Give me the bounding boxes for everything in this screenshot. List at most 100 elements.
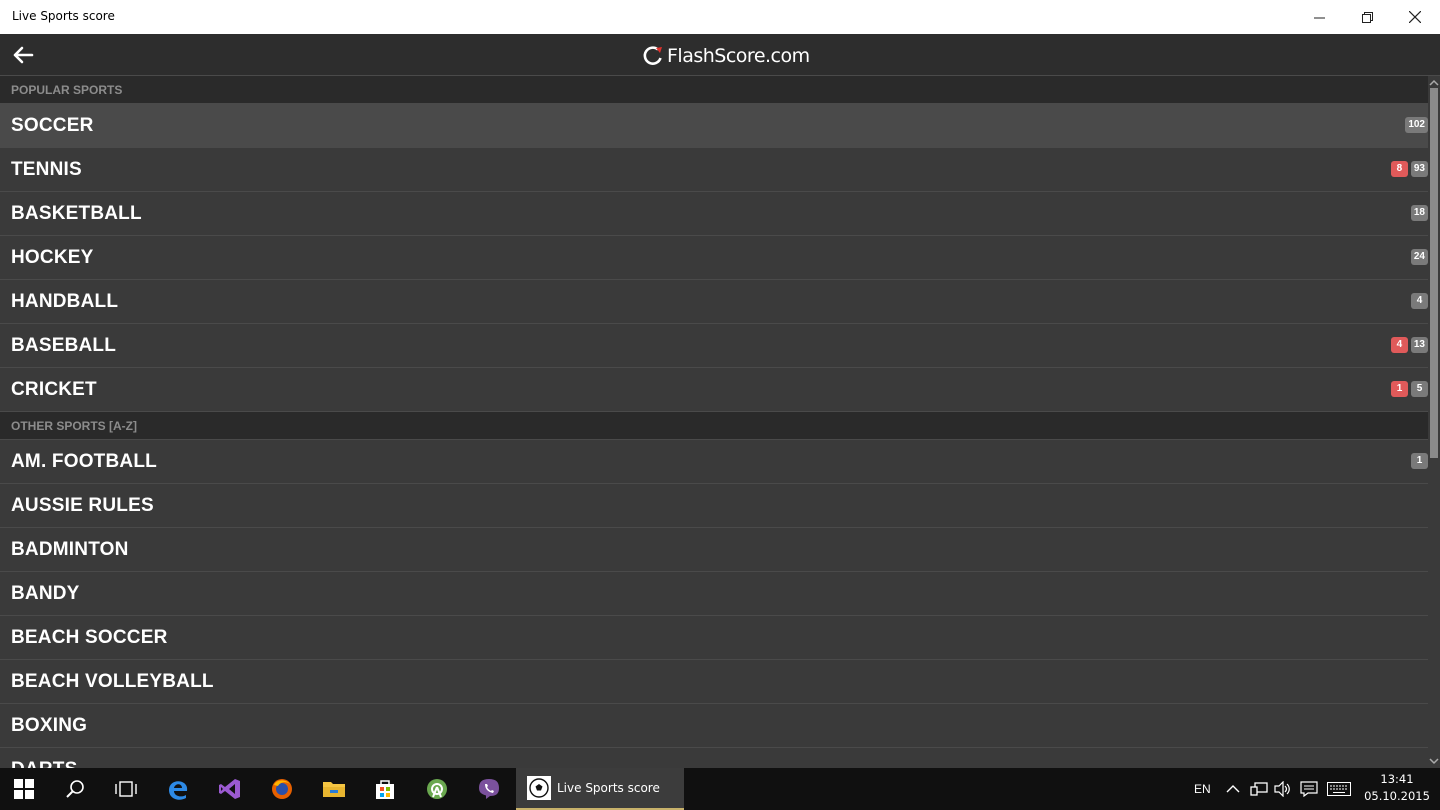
store-icon [376, 780, 394, 799]
sport-row-boxing[interactable]: BOXING [0, 704, 1428, 748]
sport-name: BEACH VOLLEYBALL [11, 671, 214, 692]
restore-icon [1361, 11, 1373, 23]
search-button[interactable] [51, 768, 99, 810]
notification-icon [1300, 781, 1318, 797]
taskbar-file-explorer[interactable] [310, 768, 358, 810]
sport-name: BASEBALL [11, 335, 117, 356]
taskbar-live-sports-score[interactable]: Live Sports score [516, 768, 684, 810]
android-studio-icon [427, 779, 447, 799]
visual-studio-icon [219, 779, 240, 799]
keyboard-icon [1327, 782, 1351, 796]
match-count-badges: 24 [1410, 249, 1428, 265]
back-button[interactable] [8, 42, 38, 68]
sport-row-tennis[interactable]: TENNIS 8 93 [0, 148, 1428, 192]
viber-icon [479, 779, 499, 799]
volume-button[interactable] [1272, 768, 1294, 810]
live-count-badge: 8 [1390, 161, 1408, 177]
restore-button[interactable] [1344, 0, 1390, 34]
sport-name: HOCKEY [11, 247, 94, 268]
taskbar-viber[interactable] [465, 768, 513, 810]
sport-row-beach-soccer[interactable]: BEACH SOCCER [0, 616, 1428, 660]
sport-name: AUSSIE RULES [11, 495, 154, 516]
match-count-badges: 4 [1411, 293, 1428, 309]
sport-name: CRICKET [11, 379, 97, 400]
flashscore-logo: FlashScore.com [642, 44, 810, 68]
sport-name: DARTS [11, 759, 77, 768]
firefox-icon [272, 779, 292, 799]
logo-text: FlashScore.com [667, 45, 810, 67]
sport-row-am-football[interactable]: AM. FOOTBALL 1 [0, 440, 1428, 484]
taskbar-android-studio[interactable] [413, 768, 461, 810]
touch-keyboard-button[interactable] [1324, 768, 1354, 810]
total-count-badge: 1 [1411, 453, 1428, 469]
sport-row-baseball[interactable]: BASEBALL 4 13 [0, 324, 1428, 368]
sport-name: AM. FOOTBALL [11, 451, 157, 472]
app-header: FlashScore.com [0, 34, 1440, 76]
clock[interactable]: 13:41 05.10.2015 [1362, 771, 1432, 805]
taskbar-visual-studio[interactable] [206, 768, 254, 810]
sport-row-handball[interactable]: HANDBALL 4 [0, 280, 1428, 324]
task-view-button[interactable] [102, 768, 150, 810]
section-header: OTHER SPORTS [A-Z] [0, 412, 1428, 440]
match-count-badges: 4 13 [1390, 337, 1428, 353]
window-titlebar: Live Sports score [0, 0, 1440, 34]
scroll-up-icon[interactable] [1428, 78, 1440, 88]
sport-name: BASKETBALL [11, 203, 142, 224]
folder-icon [323, 782, 345, 797]
sports-list: POPULAR SPORTS SOCCER 102 TENNIS 8 93 BASKETBA… [0, 76, 1428, 768]
chevron-up-icon [1226, 785, 1240, 793]
match-count-badges: 102 [1405, 117, 1428, 133]
scroll-down-icon[interactable] [1428, 756, 1440, 766]
window-title: Live Sports score [12, 9, 115, 23]
close-button[interactable] [1392, 0, 1438, 34]
soccer-ball-icon [527, 776, 551, 800]
total-count-badge: 5 [1411, 381, 1428, 397]
sport-name: TENNIS [11, 159, 82, 180]
sport-row-basketball[interactable]: BASKETBALL 18 [0, 192, 1428, 236]
sport-row-beach-volleyball[interactable]: BEACH VOLLEYBALL [0, 660, 1428, 704]
close-icon [1409, 11, 1421, 23]
match-count-badges: 15 [1391, 381, 1428, 397]
total-count-badge: 13 [1410, 337, 1428, 353]
match-count-badges: 1 [1411, 453, 1428, 469]
total-count-badge: 18 [1410, 205, 1428, 221]
scrollbar-thumb[interactable] [1430, 88, 1438, 458]
sport-name: HANDBALL [11, 291, 119, 312]
scrollbar[interactable] [1428, 76, 1440, 768]
language-label: EN [1194, 782, 1211, 796]
live-count-badge: 1 [1391, 381, 1408, 397]
flashscore-logo-icon [643, 46, 662, 65]
network-button[interactable] [1248, 768, 1270, 810]
total-count-badge: 24 [1410, 249, 1428, 265]
sport-row-aussie-rules[interactable]: AUSSIE RULES [0, 484, 1428, 528]
sport-name: BADMINTON [11, 539, 129, 560]
match-count-badges: 18 [1410, 205, 1428, 221]
search-icon [66, 780, 84, 798]
taskbar-store[interactable] [361, 768, 409, 810]
minimize-button[interactable] [1296, 0, 1342, 34]
sport-row-bandy[interactable]: BANDY [0, 572, 1428, 616]
total-count-badge: 4 [1411, 293, 1428, 309]
match-count-badges: 8 93 [1390, 161, 1428, 177]
taskbar-firefox[interactable] [258, 768, 306, 810]
clock-date: 05.10.2015 [1364, 789, 1430, 803]
live-count-badge: 4 [1390, 337, 1408, 353]
sport-row-hockey[interactable]: HOCKEY 24 [0, 236, 1428, 280]
action-center-button[interactable] [1297, 768, 1321, 810]
network-icon [1250, 782, 1268, 796]
total-count-badge: 102 [1405, 117, 1428, 133]
taskbar-edge[interactable] [154, 768, 202, 810]
task-view-icon [115, 781, 137, 797]
sport-row-cricket[interactable]: CRICKET 1 5 [0, 368, 1428, 412]
section-header: POPULAR SPORTS [0, 76, 1428, 104]
start-button[interactable] [0, 768, 48, 810]
speaker-icon [1274, 781, 1290, 797]
tray-overflow-button[interactable] [1222, 768, 1244, 810]
sport-name: BOXING [11, 715, 88, 736]
sport-name: BANDY [11, 583, 80, 604]
language-indicator[interactable]: EN [1194, 768, 1211, 810]
sport-row-badminton[interactable]: BADMINTON [0, 528, 1428, 572]
sport-row-soccer[interactable]: SOCCER 102 [0, 104, 1428, 148]
sport-row-darts[interactable]: DARTS [0, 748, 1428, 768]
taskbar-app-label: Live Sports score [557, 781, 660, 795]
